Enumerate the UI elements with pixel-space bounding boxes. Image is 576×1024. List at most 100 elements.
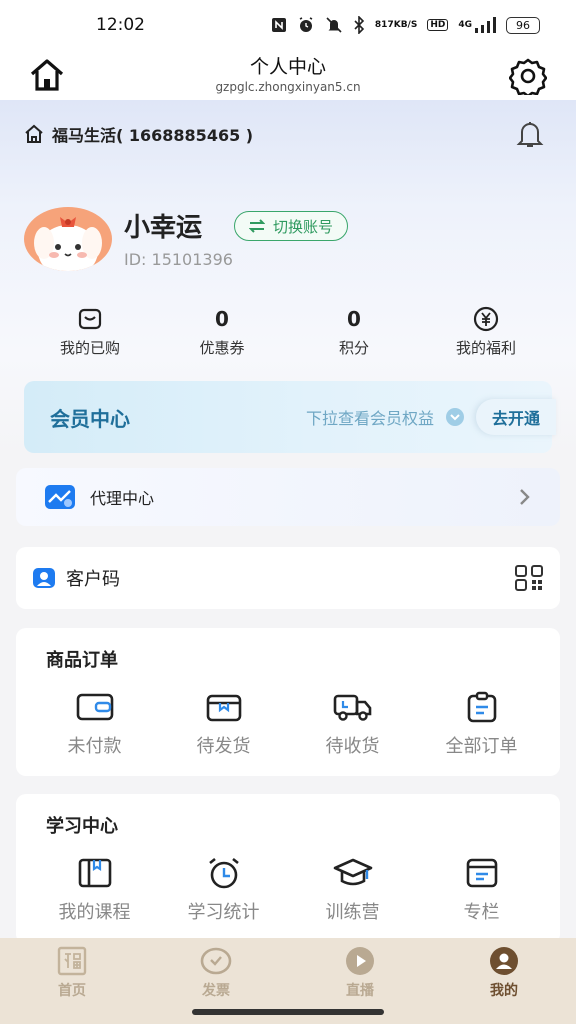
shop-home-icon [25, 124, 43, 143]
gear-icon [509, 58, 547, 95]
stat-label: 积分 [338, 339, 369, 357]
nav-bar: 个人中心 gzpglc.zhongxinyan5.cn [0, 50, 576, 100]
net-speed-value: 817 [374, 19, 394, 30]
switch-account-label: 切换账号 [273, 217, 334, 236]
settings-button[interactable] [508, 56, 548, 96]
mute-icon [325, 16, 343, 34]
grid-label: 我的课程 [58, 902, 131, 923]
tab-label: 我的 [490, 983, 518, 999]
stat-benefits[interactable]: 我的福利 [420, 305, 552, 365]
bell-icon [516, 122, 544, 147]
alarm-clock-icon [208, 857, 239, 889]
study-my-courses[interactable]: 我的课程 [30, 856, 159, 924]
battery-icon: 96 [506, 16, 540, 34]
tab-home[interactable]: 首页 [0, 938, 144, 1024]
invoice-icon [200, 947, 232, 975]
orders-grid: 未付款 待发货 待收货 全部订单 [30, 690, 546, 758]
member-hint: 下拉查看会员权益 [305, 409, 434, 428]
bluetooth-icon [353, 16, 365, 34]
stat-value: 0 [347, 307, 361, 331]
study-card: 学习中心 我的课程 学习统计 训练营 专栏 [16, 794, 560, 944]
truck-icon [333, 694, 371, 721]
purchase-icon [78, 308, 102, 330]
home-icon [30, 59, 64, 91]
clipboard-icon [467, 691, 496, 723]
avatar[interactable] [24, 207, 112, 271]
page-title: 个人中心 [249, 56, 326, 78]
home-button[interactable] [28, 56, 66, 94]
orders-title: 商品订单 [46, 650, 118, 671]
client-code-label: 客户码 [66, 569, 120, 590]
chevron-down-icon [445, 408, 464, 426]
user-id: ID: 15101396 [124, 250, 233, 269]
net-speed: 817 KB/S [374, 19, 418, 30]
study-title: 学习中心 [46, 816, 118, 837]
username: 小幸运 [124, 213, 203, 243]
study-training-camp[interactable]: 训练营 [288, 856, 417, 924]
yen-icon [473, 306, 499, 332]
customer-icon [33, 568, 55, 588]
wallet-icon [76, 693, 113, 721]
switch-account-button[interactable]: 切换账号 [234, 211, 349, 241]
notification-button[interactable] [514, 118, 546, 150]
play-icon [346, 947, 374, 975]
grid-label: 专栏 [463, 902, 500, 923]
grid-label: 待发货 [196, 736, 251, 757]
box-icon [206, 694, 241, 722]
grid-label: 学习统计 [187, 902, 260, 923]
open-membership-button[interactable]: 去开通 [475, 399, 556, 435]
swap-icon [249, 219, 265, 233]
order-to-receive[interactable]: 待收货 [288, 690, 417, 758]
orders-card: 商品订单 未付款 待发货 待收货 全部订单 [16, 628, 560, 776]
study-column[interactable]: 专栏 [417, 856, 546, 924]
tab-label: 发票 [202, 983, 230, 999]
battery-level: 96 [516, 18, 530, 32]
chevron-right-icon [520, 489, 530, 505]
tab-mine[interactable]: 我的 [432, 938, 576, 1024]
order-to-ship[interactable]: 待发货 [159, 690, 288, 758]
page-url: gzpglc.zhongxinyan5.cn [215, 80, 361, 94]
signal-type: 4G [458, 20, 472, 30]
hd-badge: HD [427, 19, 449, 31]
client-code-row[interactable]: 客户码 [16, 547, 560, 609]
alarm-icon [297, 16, 315, 34]
stat-points[interactable]: 0 积分 [288, 305, 420, 365]
chart-icon [45, 485, 75, 509]
agent-center-row[interactable]: 代理中心 [16, 468, 560, 526]
agent-center-label: 代理中心 [90, 489, 155, 508]
stat-label: 优惠券 [199, 339, 245, 357]
grid-label: 待收货 [325, 736, 380, 757]
shop-selector[interactable]: 福马生活( 1668885465 ) [24, 120, 253, 148]
member-center-card[interactable]: 会员中心 下拉查看会员权益 去开通 [24, 381, 556, 453]
status-icons: 817 KB/S HD 4G 96 [271, 16, 540, 34]
fu-icon [57, 946, 87, 976]
stat-purchased[interactable]: 我的已购 [24, 305, 156, 365]
user-icon [490, 947, 518, 975]
shop-name: 福马生活( 1668885465 ) [52, 126, 254, 145]
study-stats[interactable]: 学习统计 [159, 856, 288, 924]
status-time: 12:02 [96, 15, 145, 35]
grid-label: 未付款 [67, 736, 122, 757]
tab-label: 直播 [346, 983, 374, 999]
study-grid: 我的课程 学习统计 训练营 专栏 [30, 856, 546, 924]
status-bar: 12:02 817 KB/S HD 4G 96 [0, 0, 576, 50]
net-speed-unit: KB/S [393, 19, 418, 30]
member-title: 会员中心 [50, 406, 130, 431]
stat-label: 我的已购 [59, 339, 120, 357]
stat-coupons[interactable]: 0 优惠券 [156, 305, 288, 365]
home-indicator[interactable] [192, 1009, 384, 1015]
stat-label: 我的福利 [455, 339, 516, 357]
column-icon [466, 858, 497, 888]
order-all[interactable]: 全部订单 [417, 690, 546, 758]
stats-row: 我的已购 0 优惠券 0 积分 我的福利 [0, 305, 576, 365]
grid-label: 全部订单 [445, 736, 518, 757]
stat-value: 0 [215, 307, 229, 331]
order-unpaid[interactable]: 未付款 [30, 690, 159, 758]
grid-label: 训练营 [325, 902, 380, 923]
graduation-cap-icon [333, 858, 372, 886]
signal-icon: 4G [458, 17, 496, 33]
nav-titles: 个人中心 gzpglc.zhongxinyan5.cn [215, 55, 360, 95]
qr-code-icon[interactable] [514, 564, 544, 592]
tab-label: 首页 [58, 983, 86, 999]
book-icon [78, 858, 111, 888]
